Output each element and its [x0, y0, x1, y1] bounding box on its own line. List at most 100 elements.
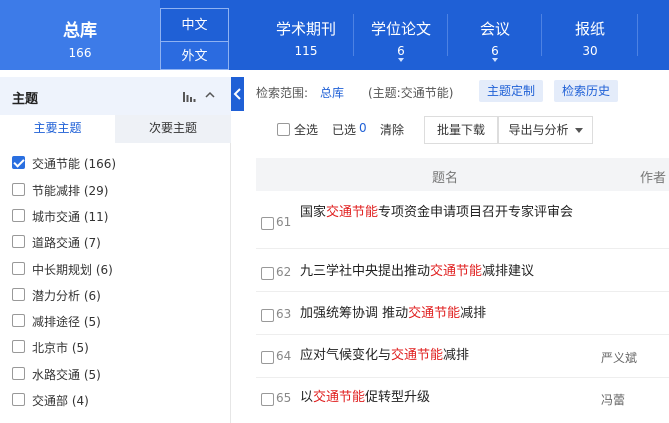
column-title[interactable]: 题名: [432, 167, 458, 186]
facet-label: 中长期规划 (6): [32, 263, 113, 277]
nav-tab-newspapers[interactable]: 报纸 30: [546, 0, 634, 70]
results-table-header: 题名 作者: [256, 158, 669, 191]
row-number: 62: [276, 265, 292, 279]
table-row: 62 九三学社中央提出推动交通节能减排建议: [256, 250, 669, 292]
database-nav: 总库 166 中文 外文 学术期刊 115 学位论文 6 会议 6 报纸 30: [0, 0, 669, 70]
result-title-link[interactable]: 以交通节能促转型升级: [300, 388, 596, 408]
result-title-link[interactable]: 应对气候变化与交通节能减排: [300, 346, 596, 366]
facet-checkbox[interactable]: [12, 183, 25, 196]
facet-checkbox[interactable]: [12, 393, 25, 406]
nav-tab-theses[interactable]: 学位论文 6: [358, 0, 444, 70]
table-row: 65 以交通节能促转型升级 冯蕾: [256, 379, 669, 423]
facet-label: 节能减排 (29): [32, 184, 109, 198]
title-text: 以: [300, 390, 314, 405]
tab-primary-topic[interactable]: 主要主题: [0, 115, 115, 143]
facet-checkbox[interactable]: [12, 340, 25, 353]
result-title-link[interactable]: 国家交通节能专项资金申请项目召开专家评审会: [300, 203, 596, 223]
title-text: 应对气候变化与: [300, 348, 392, 363]
facet-title: 主题: [12, 92, 39, 107]
table-row: 61 国家交通节能专项资金申请项目召开专家评审会: [256, 191, 669, 249]
facet-label: 潜力分析 (6): [32, 289, 101, 303]
nav-tab-count: 115: [294, 44, 318, 58]
title-text: 减排: [443, 348, 470, 363]
bar-chart-icon[interactable]: [183, 92, 196, 102]
result-title-link[interactable]: 九三学社中央提出推动交通节能减排建议: [300, 262, 596, 282]
facet-checkbox[interactable]: [12, 288, 25, 301]
chevron-down-icon: [398, 58, 404, 62]
row-checkbox[interactable]: [261, 393, 274, 406]
facet-checkbox[interactable]: [12, 314, 25, 327]
select-all-checkbox[interactable]: [277, 123, 290, 136]
selected-count: 0: [359, 121, 367, 135]
facet-tabs: 主要主题 次要主题: [0, 115, 231, 143]
row-number: 65: [276, 391, 292, 405]
result-title-link[interactable]: 加强统筹协调 推动交通节能减排: [300, 304, 596, 324]
export-label: 导出与分析: [508, 123, 569, 137]
row-checkbox[interactable]: [261, 351, 274, 364]
facet-label: 减排途径 (5): [32, 315, 101, 329]
nav-divider: [541, 14, 542, 56]
select-all-label[interactable]: 全选: [294, 121, 318, 138]
title-highlight: 交通节能: [408, 306, 461, 321]
title-text: 减排: [460, 306, 487, 321]
row-author[interactable]: 严义斌: [601, 349, 637, 366]
row-number: 63: [276, 307, 292, 321]
facet-checkbox[interactable]: [12, 262, 25, 275]
sidebar-collapse-button[interactable]: [231, 77, 244, 111]
facet-checkbox[interactable]: [12, 367, 25, 380]
facet-label: 北京市 (5): [32, 341, 89, 355]
lang-foreign-tab[interactable]: 外文: [160, 41, 229, 70]
scope-label: 检索范围:: [256, 86, 309, 100]
title-text: 国家: [300, 205, 327, 220]
title-highlight: 交通节能: [430, 264, 483, 279]
title-highlight: 交通节能: [391, 348, 444, 363]
row-checkbox[interactable]: [261, 267, 274, 280]
batch-download-button[interactable]: 批量下载: [424, 116, 498, 144]
nav-divider: [637, 14, 638, 56]
facet-label: 城市交通 (11): [32, 210, 109, 224]
scope-topic: (主题:交通节能): [368, 86, 454, 100]
row-checkbox[interactable]: [261, 217, 274, 230]
table-row: 64 应对气候变化与交通节能减排 严义斌: [256, 336, 669, 378]
facet-label: 道路交通 (7): [32, 236, 101, 250]
chevron-left-icon: [233, 88, 241, 100]
facet-checkbox[interactable]: [12, 209, 25, 222]
clear-button[interactable]: 清除: [380, 121, 404, 138]
results-toolbar: 全选 已选 0 清除 批量下载 导出与分析: [256, 112, 669, 148]
row-checkbox[interactable]: [261, 309, 274, 322]
nav-divider: [353, 14, 354, 56]
nav-tab-conferences[interactable]: 会议 6: [452, 0, 538, 70]
nav-tab-label: 学术期刊: [275, 20, 336, 38]
facet-checkbox[interactable]: [12, 156, 25, 169]
chevron-up-icon[interactable]: [205, 90, 215, 100]
facet-label: 交通部 (4): [32, 394, 89, 408]
column-author[interactable]: 作者: [640, 167, 666, 186]
title-text: 专项资金申请项目召开专家评审会: [378, 205, 574, 220]
facet-header: 主题: [0, 77, 231, 115]
export-analysis-dropdown[interactable]: 导出与分析: [498, 116, 593, 144]
title-highlight: 交通节能: [326, 205, 379, 220]
title-text: 加强统筹协调 推动: [300, 306, 409, 321]
row-author[interactable]: 冯蕾: [601, 391, 625, 408]
custom-topic-button[interactable]: 主题定制: [479, 80, 544, 102]
tab-secondary-topic[interactable]: 次要主题: [115, 115, 231, 143]
selected-label: 已选: [332, 123, 357, 137]
nav-tab-label: 报纸: [574, 20, 605, 38]
caret-down-icon: [574, 128, 583, 133]
chevron-down-icon: [492, 58, 498, 62]
nav-tab-label: 学位论文: [370, 20, 431, 38]
search-history-button[interactable]: 检索历史: [554, 80, 619, 102]
topic-facet-panel: 主题 主要主题 次要主题 交通节能 (166) 节能减排 (29) 城市交通 (…: [0, 77, 231, 423]
title-text: 九三学社中央提出推动: [300, 264, 431, 279]
scope-database[interactable]: 总库: [320, 84, 344, 101]
nav-tab-count: 6: [397, 44, 405, 58]
facet-label: 水路交通 (5): [32, 368, 101, 382]
lang-chinese-tab[interactable]: 中文: [160, 8, 229, 41]
facet-checkbox[interactable]: [12, 235, 25, 248]
nav-total-library[interactable]: 总库 166: [0, 0, 160, 70]
nav-tab-count: 6: [491, 44, 499, 58]
nav-tab-journals[interactable]: 学术期刊 115: [262, 0, 350, 70]
nav-tab-label: 会议: [479, 20, 510, 38]
title-text: 减排建议: [482, 264, 535, 279]
title-highlight: 交通节能: [313, 390, 366, 405]
